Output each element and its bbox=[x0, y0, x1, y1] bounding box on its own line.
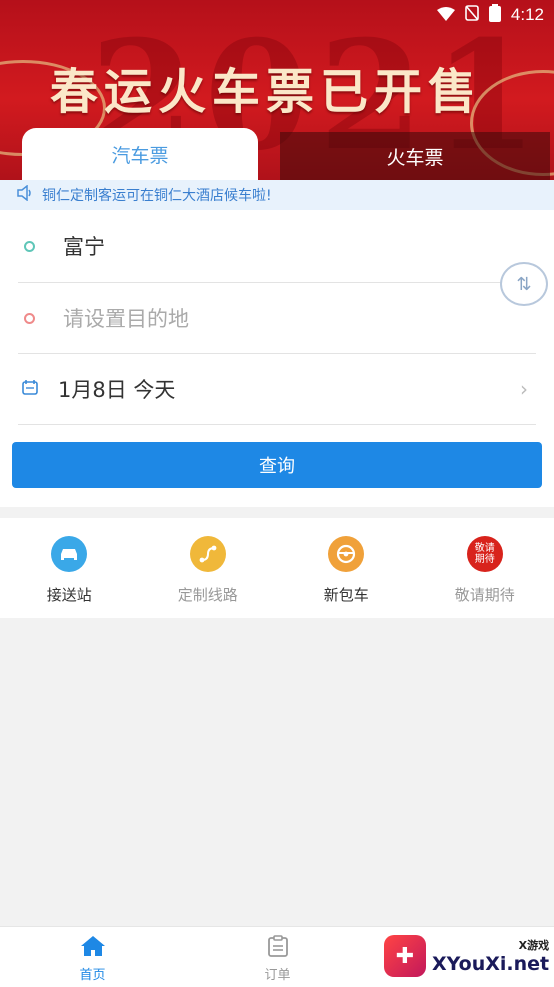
coming-soon-badge: 敬请期待 bbox=[467, 536, 503, 572]
order-icon bbox=[268, 935, 288, 961]
notice-text: 铜仁定制客运可在铜仁大酒店候车啦! bbox=[42, 185, 272, 205]
service-label: 新包车 bbox=[324, 584, 369, 605]
notice-bar[interactable]: 铜仁定制客运可在铜仁大酒店候车啦! bbox=[0, 180, 554, 210]
watermark-text: X游戏 XYouXi.net bbox=[432, 937, 549, 975]
car-icon bbox=[51, 536, 87, 572]
speaker-icon bbox=[16, 185, 34, 205]
nav-label: 订单 bbox=[264, 964, 290, 983]
service-charter[interactable]: 新包车 bbox=[277, 518, 416, 618]
battery-icon bbox=[489, 4, 501, 26]
watermark-big: XYouXi.net bbox=[432, 953, 549, 975]
nav-orders[interactable]: 订单 bbox=[185, 927, 370, 987]
destination-input[interactable]: 请设置目的地 bbox=[63, 303, 189, 333]
origin-row[interactable]: 富宁 bbox=[18, 210, 536, 283]
service-coming-soon[interactable]: 敬请期待 敬请期待 bbox=[416, 518, 554, 618]
no-sim-icon bbox=[465, 5, 479, 25]
route-icon bbox=[190, 536, 226, 572]
swap-arrows-icon: ⇅ bbox=[516, 274, 531, 295]
chevron-right-icon: › bbox=[520, 377, 528, 401]
service-label: 定制线路 bbox=[178, 584, 238, 605]
service-label: 接送站 bbox=[47, 584, 92, 605]
service-custom-route[interactable]: 定制线路 bbox=[139, 518, 278, 618]
date-value[interactable]: 1月8日 今天 bbox=[58, 374, 175, 404]
banner-headline: 春运火车票已开售 bbox=[50, 52, 482, 122]
swap-button[interactable]: ⇅ bbox=[500, 262, 548, 306]
services-bar: 接送站 定制线路 新包车 敬请期待 敬请期待 bbox=[0, 518, 554, 618]
home-icon bbox=[80, 935, 106, 961]
query-button[interactable]: 查询 bbox=[12, 442, 542, 488]
watermark: ✚ X游戏 XYouXi.net bbox=[384, 930, 550, 982]
destination-row[interactable]: 请设置目的地 bbox=[18, 283, 536, 354]
watermark-small: X游戏 bbox=[519, 937, 549, 953]
banner[interactable]: 2021 春运火车票已开售 4:12 汽车票 火车票 bbox=[0, 0, 554, 180]
tab-train-ticket[interactable]: 火车票 bbox=[280, 132, 550, 180]
status-time: 4:12 bbox=[511, 5, 544, 25]
steering-wheel-icon bbox=[328, 536, 364, 572]
service-shuttle[interactable]: 接送站 bbox=[0, 518, 139, 618]
destination-dot-icon bbox=[24, 313, 35, 324]
origin-dot-icon bbox=[24, 241, 35, 252]
date-row[interactable]: 1月8日 今天 › bbox=[18, 354, 536, 425]
search-form: 富宁 请设置目的地 ⇅ 1月8日 今天 › 查询 bbox=[0, 210, 554, 507]
service-label: 敬请期待 bbox=[455, 584, 515, 605]
nav-label: 首页 bbox=[79, 964, 105, 983]
status-bar: 4:12 bbox=[437, 0, 554, 30]
ticket-tabs: 汽车票 火车票 bbox=[0, 128, 554, 180]
calendar-icon bbox=[22, 379, 38, 399]
tab-bus-ticket[interactable]: 汽车票 bbox=[22, 128, 258, 180]
gamepad-logo-icon: ✚ bbox=[384, 935, 426, 977]
wifi-icon bbox=[437, 6, 455, 25]
nav-home[interactable]: 首页 bbox=[0, 927, 185, 987]
origin-value[interactable]: 富宁 bbox=[63, 231, 105, 261]
